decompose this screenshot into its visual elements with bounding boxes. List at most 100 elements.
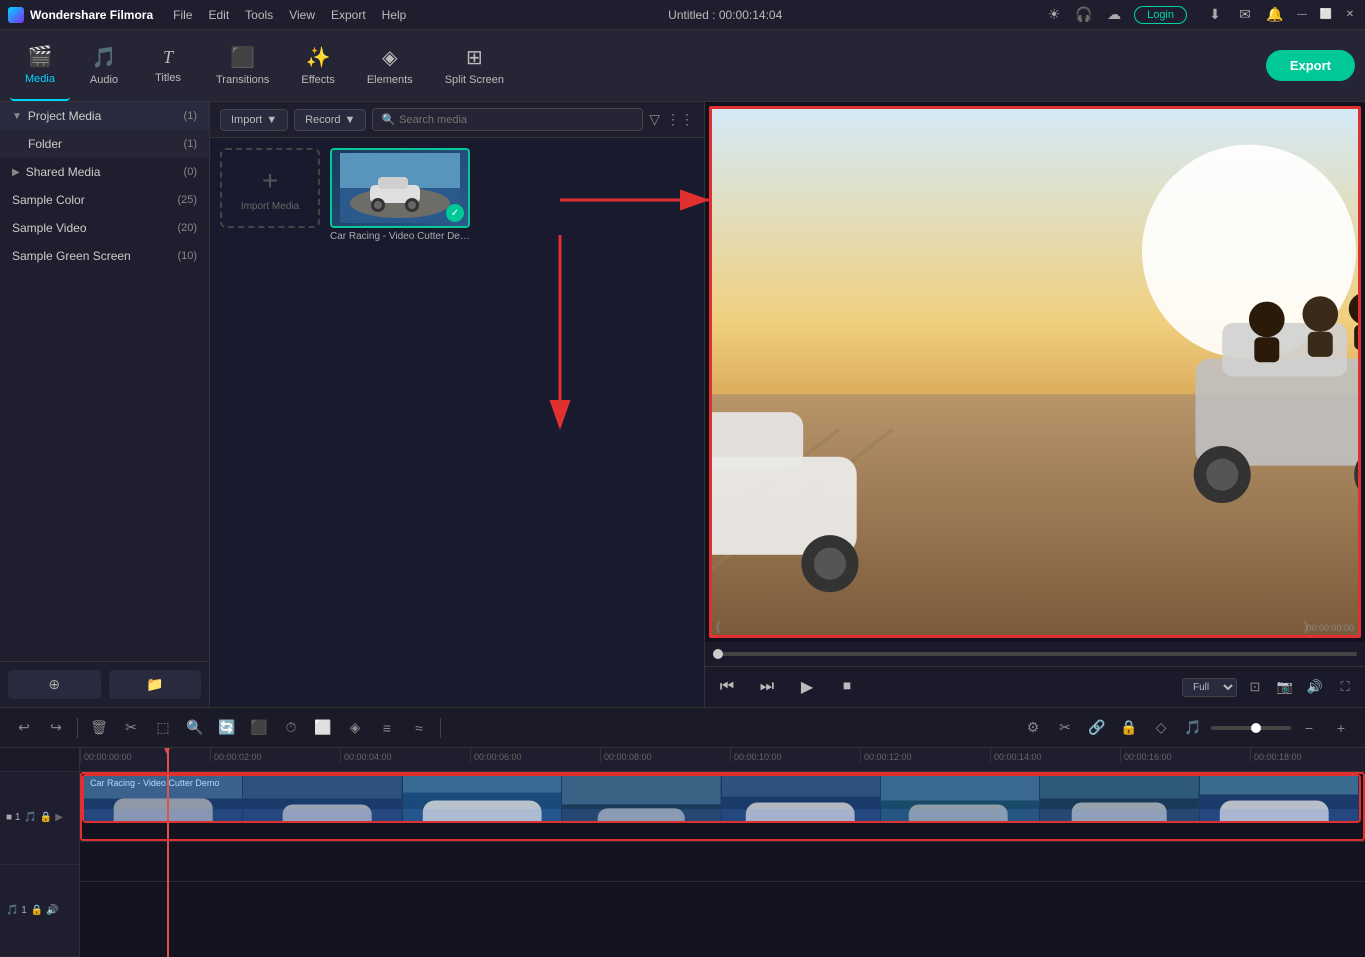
preview-timeline[interactable] <box>705 642 1365 666</box>
effect-clip-button[interactable]: ◈ <box>341 714 369 742</box>
toolbar-splitscreen[interactable]: ⊞ Split Screen <box>431 30 518 101</box>
import-label: Import <box>231 114 262 126</box>
preview-progress-bar[interactable] <box>713 652 1357 656</box>
clip-button[interactable]: ✂ <box>1051 714 1079 742</box>
toolbar-titles[interactable]: T Titles <box>138 30 198 101</box>
menu-tools[interactable]: Tools <box>245 8 273 22</box>
sidebar-item-shared-media[interactable]: ▶ Shared Media (0) <box>0 158 209 186</box>
close-button[interactable]: ✕ <box>1343 8 1357 22</box>
sidebar-item-sample-color[interactable]: Sample Color (25) <box>0 186 209 214</box>
progress-thumb[interactable] <box>713 649 723 659</box>
project-title: Untitled : 00:00:14:04 <box>406 8 1044 22</box>
headphone-icon[interactable]: 🎧 <box>1074 5 1094 25</box>
menu-help[interactable]: Help <box>382 8 407 22</box>
toolbar-audio[interactable]: 🎵 Audio <box>74 30 134 101</box>
zoom-in-button[interactable]: + <box>1327 714 1355 742</box>
audio-lock-icon[interactable]: 🔒 <box>31 905 43 916</box>
play-button[interactable]: ▶ <box>793 673 821 701</box>
fullscreen-button[interactable]: ⛶ <box>1333 675 1357 699</box>
toolbar-effects[interactable]: ✨ Effects <box>287 30 348 101</box>
audio-icon: 🎵 <box>92 45 117 70</box>
panel-import-folder-button[interactable]: 📁 <box>109 670 202 699</box>
menu-view[interactable]: View <box>289 8 315 22</box>
video-track-number: ■ 1 <box>6 812 20 823</box>
media-item-label: Car Racing - Video Cutter Demo <box>330 231 470 242</box>
sidebar-item-project-media[interactable]: ▼ Project Media (1) <box>0 102 209 130</box>
download-icon[interactable]: ⬇ <box>1205 5 1225 25</box>
crop-button[interactable]: ⬚ <box>149 714 177 742</box>
prev-frame-button[interactable]: ⏮ <box>713 673 741 701</box>
mask-button[interactable]: ⬜ <box>309 714 337 742</box>
menu-file[interactable]: File <box>173 8 192 22</box>
grid-view-icon[interactable]: ⋮⋮ <box>666 111 694 128</box>
expand-arrow: ▼ <box>12 111 22 122</box>
login-button[interactable]: Login <box>1134 6 1187 24</box>
zoom-out-button[interactable]: − <box>1295 714 1323 742</box>
audio-track-icons: 🔒 🔊 <box>31 905 59 916</box>
track-icons: 🎵 🔒 ▶ <box>24 812 63 823</box>
timeline-right-tools: ⚙ ✂ 🔗 🔒 ◇ 🎵 − + <box>1019 714 1355 742</box>
toolbar-transitions[interactable]: ⬛ Transitions <box>202 30 283 101</box>
audio-clip-button[interactable]: ≡ <box>373 714 401 742</box>
screenshot-button[interactable]: 📷 <box>1273 675 1297 699</box>
delete-button[interactable]: 🗑 <box>85 714 113 742</box>
cloud-icon[interactable]: ☁ <box>1104 5 1124 25</box>
shared-media-count: (0) <box>184 166 197 178</box>
fit-preview-button[interactable]: ⊡ <box>1243 675 1267 699</box>
folder-label: Folder <box>28 137 62 151</box>
timeline-clip[interactable]: Car Racing - Video Cutter Demo <box>82 774 1361 823</box>
audio-sync-button[interactable]: 🎵 <box>1179 714 1207 742</box>
zoom-select[interactable]: Full 75% 50% 25% <box>1182 678 1237 697</box>
panel-new-folder-button[interactable]: ⊕ <box>8 670 101 699</box>
audio-volume-icon[interactable]: 🔊 <box>46 905 58 916</box>
undo-button[interactable]: ↩ <box>10 714 38 742</box>
step-back-button[interactable]: ⏭ <box>753 673 781 701</box>
track-music-icon[interactable]: 🎵 <box>24 812 36 823</box>
toolbar-media[interactable]: 🎬 Media <box>10 30 70 101</box>
preview-end-time: 00:00:00:00 <box>1306 623 1354 633</box>
sidebar-item-sample-video[interactable]: Sample Video (20) <box>0 214 209 242</box>
redo-button[interactable]: ↪ <box>42 714 70 742</box>
notification-icon[interactable]: 🔔 <box>1265 5 1285 25</box>
maximize-button[interactable]: ⬜ <box>1319 8 1333 22</box>
preview-scene-svg <box>712 109 1358 635</box>
cut-button[interactable]: ✂ <box>117 714 145 742</box>
menu-edit[interactable]: Edit <box>208 8 229 22</box>
import-media-label: Import Media <box>241 201 299 212</box>
sidebar-item-folder[interactable]: Folder (1) <box>0 130 209 158</box>
export-button[interactable]: Export <box>1266 50 1355 81</box>
marker-button[interactable]: ◇ <box>1147 714 1175 742</box>
search-input[interactable] <box>399 114 634 126</box>
zoom-thumb[interactable] <box>1251 723 1261 733</box>
import-media-area[interactable]: + Import Media <box>220 148 320 228</box>
mail-icon[interactable]: ✉ <box>1235 5 1255 25</box>
ruler-mark-2: 00:00:04:00 <box>340 748 470 762</box>
speed-button[interactable]: ≈ <box>405 714 433 742</box>
sidebar-item-sample-green[interactable]: Sample Green Screen (10) <box>0 242 209 270</box>
toolbar-audio-label: Audio <box>90 74 118 86</box>
toolbar-elements[interactable]: ◈ Elements <box>353 30 427 101</box>
folder-count: (1) <box>184 138 197 150</box>
filter-icon[interactable]: ▽ <box>649 111 660 128</box>
media-item[interactable]: ✓ Car Racing - Video Cutter Demo <box>330 148 470 242</box>
import-button[interactable]: Import ▼ <box>220 109 288 131</box>
menu-export[interactable]: Export <box>331 8 366 22</box>
record-button[interactable]: Record ▼ <box>294 109 366 131</box>
track-lock-icon[interactable]: 🔒 <box>40 812 52 823</box>
minimize-button[interactable]: — <box>1295 8 1309 22</box>
stop-button[interactable]: ⏹ <box>833 673 861 701</box>
frame-7 <box>1040 776 1199 821</box>
brightness-icon[interactable]: ☀ <box>1044 5 1064 25</box>
ruler-mark-0: 00:00:00:00 <box>80 748 210 762</box>
zoom-slider[interactable] <box>1211 726 1291 730</box>
settings-button[interactable]: ⚙ <box>1019 714 1047 742</box>
rotate-button[interactable]: 🔄 <box>213 714 241 742</box>
overlay-button[interactable]: ⬛ <box>245 714 273 742</box>
track-play-icon[interactable]: ▶ <box>55 812 63 823</box>
link-button[interactable]: 🔗 <box>1083 714 1111 742</box>
zoom-clip-button[interactable]: 🔍 <box>181 714 209 742</box>
playhead[interactable] <box>167 748 169 957</box>
snap-button[interactable]: 🔒 <box>1115 714 1143 742</box>
audio-button[interactable]: 🔊 <box>1303 675 1327 699</box>
timer-button[interactable]: ⏱ <box>277 714 305 742</box>
